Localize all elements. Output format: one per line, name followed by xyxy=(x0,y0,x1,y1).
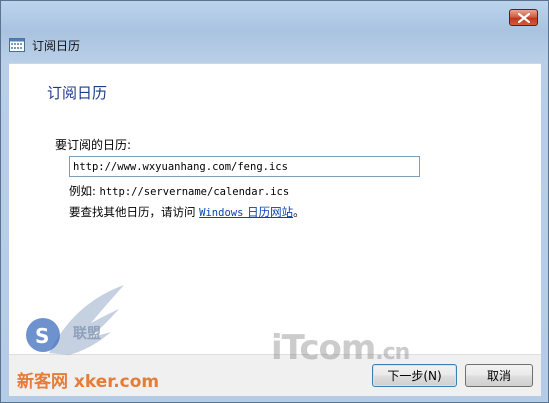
dialog-title-bar: 订阅日历 xyxy=(9,35,80,55)
close-icon xyxy=(517,12,530,23)
window-title: 订阅日历 xyxy=(32,38,81,53)
cancel-button[interactable]: 取消 xyxy=(465,364,533,387)
example-url: http://servername/calendar.ics xyxy=(99,186,290,198)
link-part-site: 日历网站 xyxy=(243,205,294,219)
example-prefix: 例如: xyxy=(69,184,100,198)
visit-hint: 要查找其他日历，请访问 Windows 日历网站。 xyxy=(69,204,305,220)
watermark-itcom-suffix: .cn xyxy=(375,340,410,365)
link-part-windows: Windows xyxy=(199,207,244,219)
watermark-itcom-text: iTcom xyxy=(271,328,376,368)
url-label: 要订阅的日历: xyxy=(55,138,132,152)
calendar-icon xyxy=(9,38,25,52)
watermark-site-text: 新客网 xker.com xyxy=(17,372,160,392)
visit-prefix: 要查找其他日历，请访问 xyxy=(69,205,200,219)
close-button[interactable] xyxy=(509,9,538,26)
dialog-window: 订阅日历 订阅日历 要订阅的日历: 例如: http://servername/… xyxy=(0,0,549,403)
page-heading: 订阅日历 xyxy=(47,84,108,102)
visit-suffix: 。 xyxy=(293,205,305,219)
watermark-itcom: iTcom.cn xyxy=(271,328,410,368)
calendar-website-link[interactable]: Windows 日历网站 xyxy=(199,205,293,219)
watermark-badge: 联盟 xyxy=(73,326,101,342)
calendar-url-input[interactable] xyxy=(69,156,420,177)
watermark-logo: S 联盟 新客网 xker.com xyxy=(13,283,203,395)
svg-text:S: S xyxy=(35,324,49,348)
example-text: 例如: http://servername/calendar.ics xyxy=(69,183,289,199)
